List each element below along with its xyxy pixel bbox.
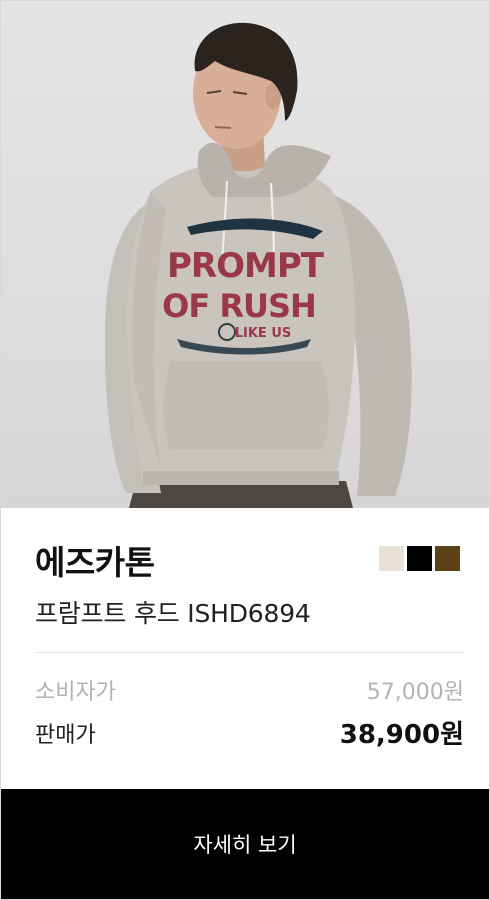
sale-price-label: 판매가 bbox=[35, 723, 96, 748]
hoodie-model-illustration: PROMPT OF RUSH LIKE US bbox=[104, 22, 412, 508]
sale-price-value: 38,900원 bbox=[339, 720, 464, 750]
print-line1: PROMPT bbox=[167, 246, 325, 286]
brand-name: 에즈카톤 bbox=[35, 543, 155, 582]
color-swatch-black[interactable] bbox=[407, 546, 432, 571]
retail-price-label: 소비자가 bbox=[35, 680, 116, 705]
product-card[interactable]: PROMPT OF RUSH LIKE US 에즈카톤 프람프트 후드 ISHD… bbox=[0, 0, 490, 900]
color-swatch-brown[interactable] bbox=[435, 546, 460, 571]
retail-price-row: 소비자가 57,000원 bbox=[35, 674, 464, 708]
print-line2: OF RUSH bbox=[162, 287, 316, 325]
color-swatches bbox=[379, 546, 460, 571]
product-image[interactable]: PROMPT OF RUSH LIKE US bbox=[1, 1, 489, 508]
product-name: 프람프트 후드 ISHD6894 bbox=[35, 599, 311, 628]
sale-price-row: 판매가 38,900원 bbox=[35, 717, 464, 751]
divider bbox=[35, 652, 464, 653]
retail-price-value: 57,000원 bbox=[366, 680, 464, 705]
print-badge: LIKE US bbox=[235, 326, 292, 341]
color-swatch-beige[interactable] bbox=[379, 546, 404, 571]
view-details-button[interactable]: 자세히 보기 bbox=[1, 789, 489, 899]
